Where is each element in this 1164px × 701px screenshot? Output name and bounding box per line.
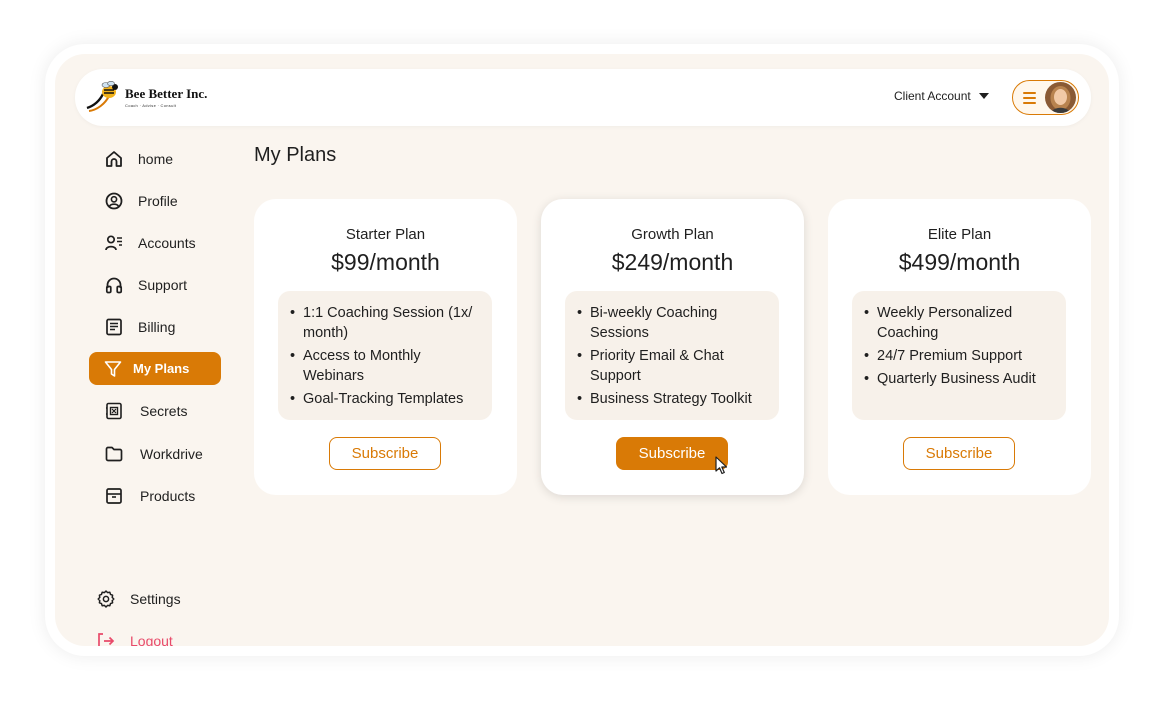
plan-name: Elite Plan bbox=[927, 226, 992, 243]
caret-down-icon bbox=[978, 93, 989, 99]
feature-item: Bi-weekly Coaching Sessions bbox=[577, 303, 769, 343]
feature-item: Priority Email & Chat Support bbox=[577, 346, 769, 386]
sidebar-item-label: Products bbox=[140, 487, 196, 504]
profile-icon bbox=[105, 192, 123, 209]
plan-card-starter: Starter Plan $99/month 1:1 Coaching Sess… bbox=[254, 199, 517, 495]
hamburger-icon bbox=[1023, 92, 1036, 107]
feature-item: Business Strategy Toolkit bbox=[577, 389, 769, 409]
headphones-icon bbox=[105, 277, 123, 293]
sidebar-item-billing[interactable]: Billing bbox=[104, 310, 175, 343]
plan-price: $249/month bbox=[611, 249, 734, 275]
filter-icon bbox=[104, 360, 122, 377]
settings-label: Settings bbox=[130, 590, 181, 607]
sidebar-item-support[interactable]: Support bbox=[104, 268, 187, 301]
feature-item: 1:1 Coaching Session (1x/ month) bbox=[290, 303, 482, 343]
client-account-dropdown[interactable]: Client Account bbox=[894, 89, 989, 103]
feature-item: Quarterly Business Audit bbox=[864, 369, 1056, 389]
logout-link[interactable]: Logout bbox=[96, 624, 173, 646]
avatar bbox=[1045, 82, 1076, 113]
sidebar-item-label: Support bbox=[138, 276, 188, 293]
feature-item: Goal-Tracking Templates bbox=[290, 389, 482, 409]
accounts-icon bbox=[105, 234, 122, 250]
safe-icon bbox=[106, 402, 122, 419]
archive-icon bbox=[106, 487, 122, 504]
home-icon bbox=[106, 150, 122, 167]
subscribe-button[interactable]: Subscribe bbox=[329, 437, 441, 470]
feature-item: Weekly Personalized Coaching bbox=[864, 303, 1056, 343]
sidebar-item-products[interactable]: Products bbox=[104, 479, 195, 512]
folder-icon bbox=[105, 446, 123, 461]
sidebar-item-profile[interactable]: Profile bbox=[104, 184, 178, 217]
settings-link[interactable]: Settings bbox=[96, 582, 181, 615]
user-menu-toggle[interactable] bbox=[1012, 80, 1079, 115]
plan-name: Growth Plan bbox=[631, 226, 714, 243]
sidebar-item-label: Workdrive bbox=[140, 445, 203, 462]
plan-price: $99/month bbox=[331, 249, 440, 275]
brand-tagline: Coach · Advise · Consult bbox=[125, 103, 177, 108]
plan-price: $499/month bbox=[898, 249, 1021, 275]
subscribe-button[interactable]: Subscribe bbox=[903, 437, 1015, 470]
page-title: My Plans bbox=[254, 144, 337, 166]
sidebar-item-workdrive[interactable]: Workdrive bbox=[104, 437, 203, 470]
logout-label: Logout bbox=[130, 632, 173, 647]
sidebar-item-label: Billing bbox=[138, 318, 176, 335]
sidebar-item-accounts[interactable]: Accounts bbox=[104, 226, 196, 259]
sidebar-item-label: home bbox=[138, 150, 174, 167]
feature-item: 24/7 Premium Support bbox=[864, 346, 1056, 366]
sidebar-item-label: Profile bbox=[138, 192, 178, 209]
plan-name: Starter Plan bbox=[345, 226, 426, 243]
subscribe-button[interactable]: Subscribe bbox=[616, 437, 728, 470]
sidebar-item-label: Secrets bbox=[140, 402, 188, 419]
top-bar: Bee Better Inc. Coach · Advise · Consult… bbox=[75, 69, 1091, 126]
mouse-cursor-icon bbox=[715, 456, 728, 475]
app-window: Bee Better Inc. Coach · Advise · Consult… bbox=[55, 54, 1109, 646]
client-account-label: Client Account bbox=[894, 89, 971, 103]
billing-icon bbox=[106, 318, 122, 335]
sidebar-item-home[interactable]: home bbox=[104, 142, 173, 175]
sidebar-item-label: My Plans bbox=[133, 361, 190, 376]
brand-name: Bee Better Inc. bbox=[125, 86, 208, 101]
brand-logo[interactable]: Bee Better Inc. Coach · Advise · Consult bbox=[85, 79, 207, 115]
plan-features: Weekly Personalized Coaching 24/7 Premiu… bbox=[852, 291, 1066, 420]
sidebar-item-secrets[interactable]: Secrets bbox=[104, 394, 187, 427]
bee-logo-icon bbox=[86, 80, 118, 112]
plan-features: Bi-weekly Coaching Sessions Priority Ema… bbox=[565, 291, 779, 420]
logout-icon bbox=[98, 632, 115, 646]
plan-features: 1:1 Coaching Session (1x/ month) Access … bbox=[278, 291, 492, 420]
sidebar-item-my-plans[interactable]: My Plans bbox=[89, 352, 221, 385]
sidebar-item-label: Accounts bbox=[138, 234, 196, 251]
plan-card-elite: Elite Plan $499/month Weekly Personalize… bbox=[828, 199, 1091, 495]
gear-icon bbox=[97, 589, 115, 608]
plan-card-growth: Growth Plan $249/month Bi-weekly Coachin… bbox=[541, 199, 804, 495]
feature-item: Access to Monthly Webinars bbox=[290, 346, 482, 386]
